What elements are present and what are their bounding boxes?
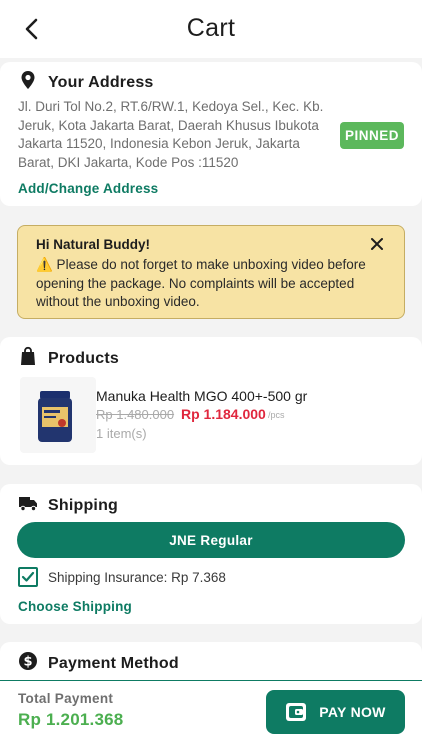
close-icon[interactable]: [370, 237, 384, 251]
payment-method-title: Payment Method: [48, 654, 179, 672]
check-icon: [21, 571, 35, 582]
truck-icon: [18, 493, 48, 518]
products-header: Products: [18, 346, 119, 371]
shipping-title: Shipping: [48, 496, 119, 514]
total-payment-label: Total Payment: [18, 691, 114, 706]
pinned-badge: PINNED: [340, 122, 404, 149]
insurance-label: Shipping Insurance: Rp 7.368: [48, 569, 226, 585]
product-name: Manuka Health MGO 400+-500 gr: [96, 388, 308, 404]
product-quantity: 1 item(s): [96, 426, 147, 441]
product-price-new: Rp 1.184.000: [181, 406, 266, 422]
page-title: Cart: [186, 14, 236, 42]
pay-now-button[interactable]: PAY NOW: [266, 690, 405, 734]
insurance-checkbox[interactable]: [18, 567, 38, 587]
add-change-address-link[interactable]: Add/Change Address: [18, 181, 158, 196]
products-title: Products: [48, 349, 119, 367]
svg-text:$: $: [23, 655, 32, 670]
shipping-insurance-row[interactable]: Shipping Insurance: Rp 7.368: [18, 567, 226, 587]
app-header: Cart: [0, 0, 422, 58]
product-price-old: Rp 1.480.000: [96, 407, 175, 422]
total-payment-value: Rp 1.201.368: [18, 710, 124, 729]
shopping-bag-icon: [18, 346, 48, 371]
notice-body: ⚠️ Please do not forget to make unboxing…: [36, 257, 366, 309]
shipping-header: Shipping: [18, 493, 118, 518]
notice-title: Hi Natural Buddy!: [36, 237, 151, 252]
product-price-unit: /pcs: [268, 410, 285, 420]
wallet-icon: [286, 703, 307, 721]
unboxing-notice: Hi Natural Buddy! ⚠️ Please do not forge…: [17, 225, 405, 319]
address-header: Your Address: [18, 70, 154, 95]
product-image[interactable]: [20, 377, 96, 453]
dollar-circle-icon: $: [18, 651, 48, 676]
choose-shipping-link[interactable]: Choose Shipping: [18, 599, 132, 614]
address-text: Jl. Duri Tol No.2, RT.6/RW.1, Kedoya Sel…: [18, 99, 324, 170]
address-title: Your Address: [48, 73, 154, 91]
courier-select-button[interactable]: JNE Regular: [17, 522, 405, 558]
payment-method-header: $ Payment Method: [18, 651, 179, 676]
location-pin-icon: [18, 70, 48, 95]
pay-now-label: PAY NOW: [319, 704, 386, 720]
